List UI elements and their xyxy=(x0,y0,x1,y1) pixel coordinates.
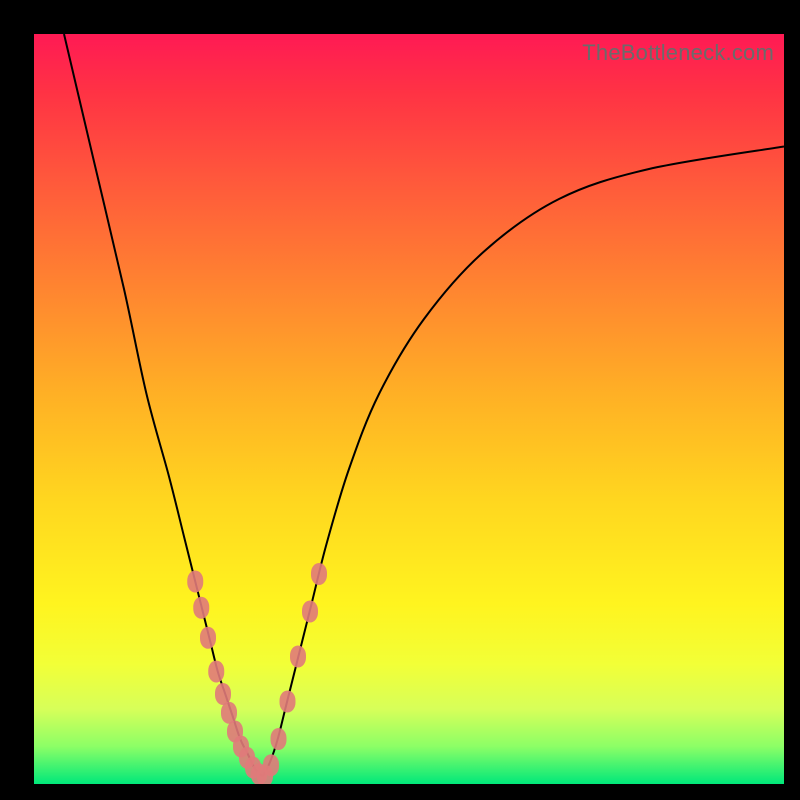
data-marker xyxy=(208,661,224,683)
data-marker xyxy=(221,702,237,724)
data-marker xyxy=(187,571,203,593)
chart-frame: TheBottleneck.com xyxy=(0,0,800,800)
data-marker xyxy=(302,601,318,623)
watermark-label: TheBottleneck.com xyxy=(582,40,774,66)
data-marker xyxy=(290,646,306,668)
data-marker xyxy=(200,627,216,649)
data-marker xyxy=(215,683,231,705)
left-branch-line xyxy=(64,34,263,777)
data-marker xyxy=(193,597,209,619)
data-marker xyxy=(271,728,287,750)
marker-group xyxy=(187,563,327,784)
right-branch-line xyxy=(263,147,784,777)
plot-area: TheBottleneck.com xyxy=(34,34,784,784)
data-marker xyxy=(311,563,327,585)
curves-svg xyxy=(34,34,784,784)
data-marker xyxy=(263,754,279,776)
data-marker xyxy=(280,691,296,713)
